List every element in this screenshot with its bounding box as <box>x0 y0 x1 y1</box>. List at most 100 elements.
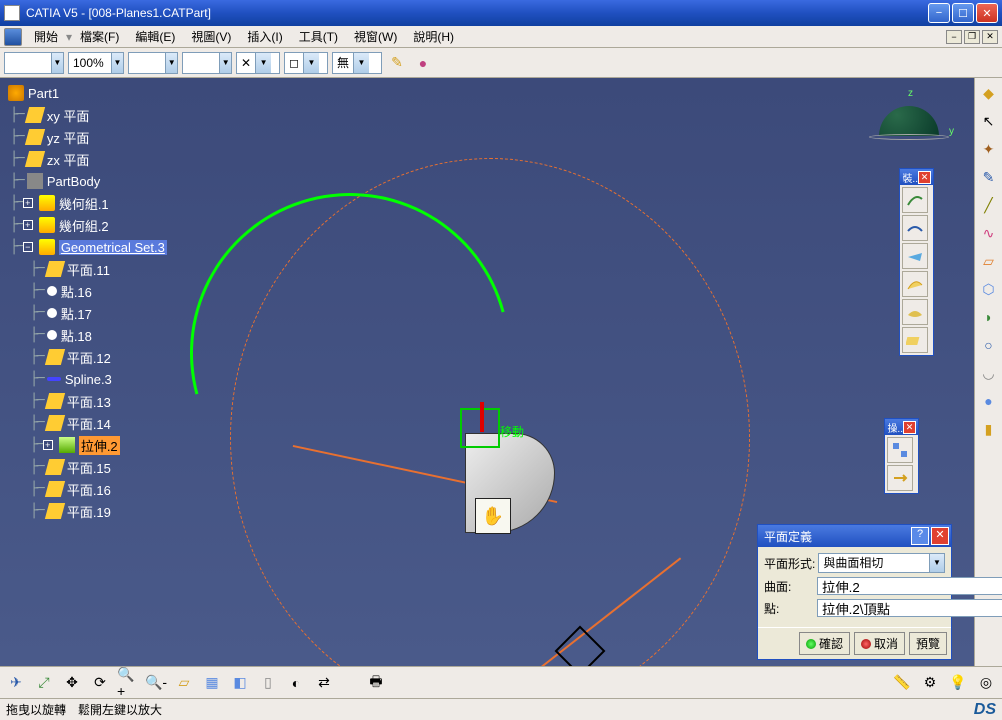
tree-node[interactable]: ├─平面.11 <box>4 258 167 280</box>
chevron-down-icon[interactable]: ▼ <box>303 53 319 73</box>
float-toolbar-2[interactable]: 操..✕ <box>884 418 919 494</box>
plane-type-combo[interactable]: 與曲面相切 ▼ <box>818 553 945 573</box>
tree-node[interactable]: ├─點.16 <box>4 280 167 302</box>
swap-icon[interactable]: ⇄ <box>312 671 336 695</box>
menu-view[interactable]: 視圖(V) <box>183 26 239 47</box>
point-input[interactable] <box>817 599 1002 617</box>
tree-node[interactable]: ├─PartBody <box>4 170 167 192</box>
zoom-in-icon[interactable]: 🔍+ <box>116 671 140 695</box>
none-combo[interactable]: 無▼ <box>332 52 382 74</box>
chevron-down-icon[interactable]: ▼ <box>255 53 271 73</box>
close-icon[interactable]: ✕ <box>903 421 916 434</box>
chevron-down-icon[interactable]: ▼ <box>353 53 369 73</box>
tree-node[interactable]: ├─平面.12 <box>4 346 167 368</box>
preview-button[interactable]: 預覽 <box>909 632 947 655</box>
menu-file[interactable]: 檔案(F) <box>72 26 127 47</box>
tree-node[interactable]: ├─−Geometrical Set.3 <box>4 236 167 258</box>
combo-5[interactable]: ✕▼ <box>236 52 280 74</box>
tree-node[interactable]: ├─點.18 <box>4 324 167 346</box>
surface-tool-5[interactable] <box>902 299 928 325</box>
wireframe-tool-icon[interactable]: ⬡ <box>978 278 1000 300</box>
combo-3[interactable]: ▼ <box>128 52 178 74</box>
line-tool-icon[interactable]: ╱ <box>978 194 1000 216</box>
menu-tools[interactable]: 工具(T) <box>291 26 346 47</box>
chevron-down-icon[interactable]: ▼ <box>111 53 123 73</box>
bulb-icon[interactable]: 💡 <box>946 671 970 695</box>
combo-6[interactable]: ◻▼ <box>284 52 328 74</box>
tree-node[interactable]: ├─平面.14 <box>4 412 167 434</box>
menu-start[interactable]: 開始 <box>26 26 66 47</box>
chevron-down-icon[interactable]: ▼ <box>51 53 63 73</box>
close-button[interactable]: ✕ <box>976 3 998 23</box>
point-tool-icon[interactable]: ✦ <box>978 138 1000 160</box>
palette-icon[interactable]: ● <box>412 52 434 74</box>
curve-tool-icon[interactable]: ∿ <box>978 222 1000 244</box>
compass[interactable]: z y <box>864 86 954 176</box>
close-icon[interactable]: ✕ <box>918 171 931 184</box>
iso-view-icon[interactable]: ◧ <box>228 671 252 695</box>
tree-node[interactable]: ├─xy 平面 <box>4 104 167 126</box>
transform-tool-2[interactable] <box>887 465 913 491</box>
tree-node[interactable]: ├─平面.16 <box>4 478 167 500</box>
plane-tool-icon[interactable]: ▱ <box>978 250 1000 272</box>
ok-button[interactable]: 確認 <box>799 632 850 655</box>
help-button[interactable]: ? <box>911 527 929 545</box>
tree-node[interactable]: ├─Spline.3 <box>4 368 167 390</box>
tree-node[interactable]: ├─點.17 <box>4 302 167 324</box>
surface-tool-3[interactable] <box>902 243 928 269</box>
combo-4[interactable]: ▼ <box>182 52 232 74</box>
tree-node[interactable]: ├─平面.13 <box>4 390 167 412</box>
surface-tool-6[interactable] <box>902 327 928 353</box>
sphere-tool-icon[interactable]: ● <box>978 390 1000 412</box>
select-arrow-icon[interactable]: ↖ <box>978 110 1000 132</box>
circle-tool-icon[interactable]: ○ <box>978 334 1000 356</box>
rotate-icon[interactable]: ⟳ <box>88 671 112 695</box>
mdi-close-button[interactable]: ✕ <box>982 30 998 44</box>
zoom-out-icon[interactable]: 🔍- <box>144 671 168 695</box>
normal-view-icon[interactable]: ▱ <box>172 671 196 695</box>
tree-node[interactable]: ├─平面.15 <box>4 456 167 478</box>
expand-icon[interactable]: + <box>23 198 33 208</box>
catalog-icon[interactable]: ◎ <box>974 671 998 695</box>
dialog-close-button[interactable]: ✕ <box>931 527 949 545</box>
tree-node[interactable]: ├─yz 平面 <box>4 126 167 148</box>
edit-tool-icon[interactable]: ✎ <box>978 166 1000 188</box>
surface-tool-4[interactable] <box>902 271 928 297</box>
menu-edit[interactable]: 編輯(E) <box>127 26 183 47</box>
start-icon[interactable] <box>4 28 22 46</box>
surface-tool-2[interactable] <box>902 215 928 241</box>
combo-1[interactable]: ▼ <box>4 52 64 74</box>
minimize-button[interactable]: − <box>928 3 950 23</box>
arc-tool-icon[interactable]: ◡ <box>978 362 1000 384</box>
expand-icon[interactable]: + <box>23 220 33 230</box>
tree-node[interactable]: ├─+拉伸.2 <box>4 434 167 456</box>
maximize-button[interactable]: ☐ <box>952 3 974 23</box>
surface-input[interactable] <box>817 577 1002 595</box>
measure-icon[interactable]: 📏 <box>890 671 914 695</box>
chevron-down-icon[interactable]: ▼ <box>219 53 231 73</box>
surface-tool-1[interactable] <box>902 187 928 213</box>
fit-all-icon[interactable]: ⤢ <box>32 671 56 695</box>
tree-node[interactable]: ├─+幾何組.1 <box>4 192 167 214</box>
clash-icon[interactable]: ⚙ <box>918 671 942 695</box>
chevron-down-icon[interactable]: ▼ <box>929 554 944 572</box>
manipulator-icon[interactable] <box>460 408 500 448</box>
pan-icon[interactable]: ✥ <box>60 671 84 695</box>
cancel-button[interactable]: 取消 <box>854 632 905 655</box>
tree-node[interactable]: ├─zx 平面 <box>4 148 167 170</box>
spec-tree[interactable]: Part1 ├─xy 平面├─yz 平面├─zx 平面├─PartBody├─+… <box>4 82 167 522</box>
menu-help[interactable]: 說明(H) <box>405 26 462 47</box>
collapse-icon[interactable]: − <box>23 242 33 252</box>
mdi-restore-button[interactable]: ❐ <box>964 30 980 44</box>
zoom-combo[interactable]: ▼ <box>68 52 124 74</box>
plane-definition-dialog[interactable]: 平面定義 ? ✕ 平面形式: 與曲面相切 ▼ 曲面: 點: 確認 取消 預覽 <box>757 524 952 660</box>
multi-view-icon[interactable]: ▦ <box>200 671 224 695</box>
hide-show-icon[interactable]: ◐ <box>284 671 308 695</box>
fly-icon[interactable]: ✈ <box>4 671 28 695</box>
surface-tool-icon[interactable]: ◗ <box>978 306 1000 328</box>
expand-icon[interactable]: + <box>43 440 53 450</box>
tree-root[interactable]: Part1 <box>4 82 167 104</box>
workbench-icon[interactable]: ◆ <box>978 82 1000 104</box>
cylinder-tool-icon[interactable]: ▮ <box>978 418 1000 440</box>
menu-window[interactable]: 視窗(W) <box>346 26 405 47</box>
